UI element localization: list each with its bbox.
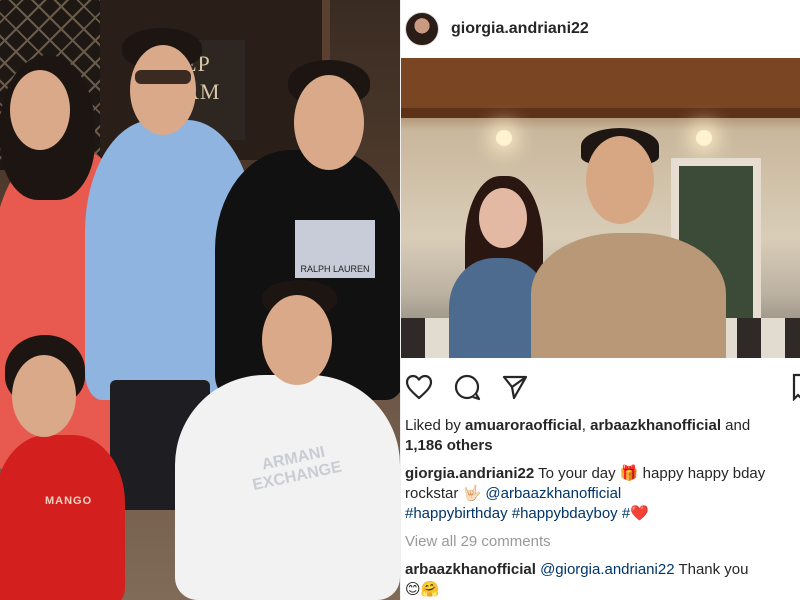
comment-item: arbaazkhanofficial @giorgia.andriani22 T…: [401, 552, 800, 600]
person-face: [262, 295, 332, 385]
post-username[interactable]: giorgia.andriani22: [451, 20, 589, 38]
comment-text: Thank you: [674, 561, 749, 578]
likes-separator: ,: [581, 417, 591, 434]
lamp-icon: [696, 130, 712, 146]
caption-author[interactable]: giorgia.andriani22: [405, 465, 534, 482]
heart-icon[interactable]: [405, 373, 433, 401]
gift-emoji: 🎁: [619, 465, 639, 482]
person-face: [12, 355, 76, 437]
hashtag-link[interactable]: #: [622, 505, 630, 522]
likes-prefix: Liked by: [405, 417, 466, 434]
liker-link[interactable]: arbaazkhanofficial: [590, 417, 721, 434]
man-figure: [531, 233, 726, 358]
rock-hand-emoji: 🤟🏻: [462, 485, 482, 502]
group-photo: EP AM RALPH LAUREN MANGO ARMANI EXCHANGE: [0, 0, 400, 600]
ceiling-beam: [401, 108, 800, 118]
red-heart-emoji: ❤️: [630, 505, 649, 522]
post-caption: giorgia.andriani22 To your day 🎁 happy h…: [401, 456, 800, 524]
liker-link[interactable]: amuaroraofficial: [465, 417, 582, 434]
smile-hug-emoji: 😊🤗: [405, 581, 440, 598]
mention-link[interactable]: @giorgia.andriani22: [540, 561, 674, 578]
hashtag-link[interactable]: #happybirthday: [405, 505, 508, 522]
caption-text: To your day: [534, 465, 620, 482]
likes-count-link[interactable]: 1,186 others: [405, 437, 493, 454]
hashtag-link[interactable]: #happybdayboy: [512, 505, 618, 522]
lamp-icon: [496, 130, 512, 146]
woman-face: [479, 188, 527, 248]
person-face: [294, 75, 364, 170]
tee-print: RALPH LAUREN: [295, 220, 375, 278]
ceiling: [401, 58, 800, 108]
share-icon[interactable]: [501, 373, 529, 401]
view-all-comments-link[interactable]: View all 29 comments: [401, 524, 800, 552]
post-photo[interactable]: [401, 58, 800, 358]
person-face: [130, 45, 196, 135]
instagram-post: giorgia.andriani22 Liked by amuaroraoffi…: [400, 0, 800, 600]
shirt-brand: MANGO: [45, 495, 93, 507]
action-bar: [401, 358, 800, 416]
sunglasses-icon: [135, 70, 191, 84]
avatar[interactable]: [405, 12, 439, 46]
comment-icon[interactable]: [453, 373, 481, 401]
comment-author[interactable]: arbaazkhanofficial: [405, 561, 536, 578]
mention-link[interactable]: @arbaazkhanofficial: [485, 485, 621, 502]
post-header: giorgia.andriani22: [401, 0, 800, 58]
likes-summary: Liked by amuaroraofficial, arbaazkhanoff…: [401, 416, 800, 456]
person-face: [10, 70, 70, 150]
man-face: [586, 136, 654, 224]
bookmark-icon[interactable]: [792, 373, 800, 402]
person-red-tee: [0, 435, 125, 600]
likes-suffix: and: [721, 417, 751, 434]
